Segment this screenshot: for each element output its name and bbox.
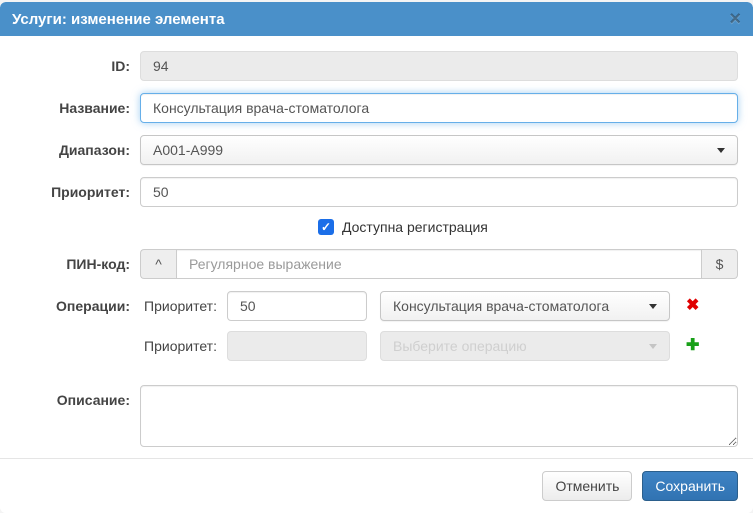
chevron-down-icon bbox=[717, 148, 725, 153]
operation-select-placeholder: Выберите операцию bbox=[393, 338, 641, 354]
dialog-title: Услуги: изменение элемента bbox=[12, 11, 729, 28]
operation-row-new: Приоритет: Выберите операцию ✚ bbox=[140, 331, 738, 361]
description-field[interactable] bbox=[140, 385, 738, 447]
pin-field[interactable] bbox=[176, 249, 702, 279]
chevron-down-icon bbox=[649, 304, 657, 309]
operation-priority-field[interactable] bbox=[227, 291, 367, 321]
cancel-button[interactable]: Отменить bbox=[542, 471, 632, 501]
regex-start-addon: ^ bbox=[140, 249, 176, 279]
dialog-body: ID: Название: Диапазон: A001-A999 Приори… bbox=[0, 36, 753, 458]
name-row: Название: bbox=[15, 93, 738, 123]
operation-priority-field-disabled bbox=[227, 331, 367, 361]
dialog-header: Услуги: изменение элемента × bbox=[0, 2, 753, 36]
description-label: Описание: bbox=[15, 385, 130, 450]
regex-end-addon: $ bbox=[702, 249, 738, 279]
operation-row: Приоритет: Консультация врача-стоматолог… bbox=[140, 291, 738, 321]
name-label: Название: bbox=[15, 93, 130, 123]
priority-row: Приоритет: bbox=[15, 177, 738, 207]
pin-label: ПИН-код: bbox=[15, 249, 130, 279]
operation-select[interactable]: Консультация врача-стоматолога bbox=[380, 291, 670, 321]
description-row: Описание: bbox=[15, 385, 738, 450]
operations-row: Операции: Приоритет: Консультация врача-… bbox=[15, 291, 738, 371]
add-operation-icon[interactable]: ✚ bbox=[686, 338, 699, 354]
range-row: Диапазон: A001-A999 bbox=[15, 135, 738, 165]
range-label: Диапазон: bbox=[15, 135, 130, 165]
chevron-down-icon bbox=[649, 344, 657, 349]
range-select-value: A001-A999 bbox=[153, 142, 709, 158]
priority-field[interactable] bbox=[140, 177, 738, 207]
edit-service-dialog: Услуги: изменение элемента × ID: Названи… bbox=[0, 2, 753, 513]
operation-priority-label: Приоритет: bbox=[140, 298, 227, 314]
id-label: ID: bbox=[15, 51, 130, 81]
registration-checkbox[interactable]: ✓ bbox=[318, 219, 334, 235]
registration-row: ✓ Доступна регистрация bbox=[318, 219, 723, 235]
id-row: ID: bbox=[15, 51, 738, 81]
range-select[interactable]: A001-A999 bbox=[140, 135, 738, 165]
id-field bbox=[140, 51, 738, 81]
registration-label[interactable]: Доступна регистрация bbox=[342, 219, 488, 235]
operation-select-disabled: Выберите операцию bbox=[380, 331, 670, 361]
priority-label: Приоритет: bbox=[15, 177, 130, 207]
pin-row: ПИН-код: ^ $ bbox=[15, 249, 738, 279]
remove-operation-icon[interactable]: ✖ bbox=[686, 298, 699, 314]
dialog-footer: Отменить Сохранить bbox=[0, 458, 753, 513]
operations-label: Операции: bbox=[15, 291, 130, 371]
operation-select-value: Консультация врача-стоматолога bbox=[393, 298, 641, 314]
close-icon[interactable]: × bbox=[729, 9, 741, 29]
save-button[interactable]: Сохранить bbox=[642, 471, 738, 501]
operation-priority-label: Приоритет: bbox=[140, 338, 227, 354]
name-field[interactable] bbox=[140, 93, 738, 123]
